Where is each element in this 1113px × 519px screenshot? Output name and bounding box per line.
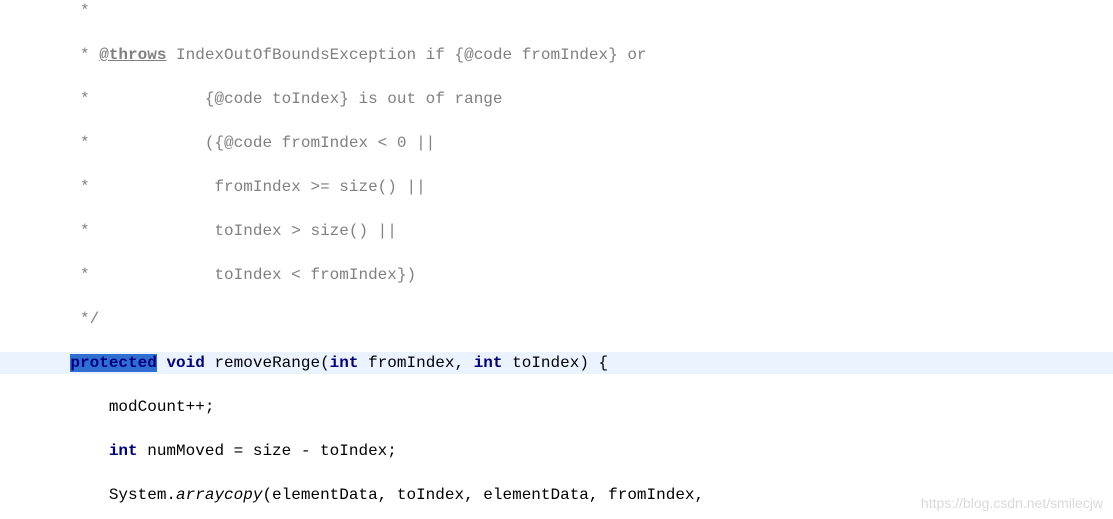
keyword: int [330,354,359,372]
code-line: * {@code toIndex} is out of range [0,88,1113,110]
keyword: void [166,354,204,372]
javadoc-star: * [80,90,90,108]
javadoc-text: toIndex > size() || [90,222,397,240]
javadoc-text: fromIndex >= size() || [90,178,426,196]
code-text: modCount++; [32,398,214,416]
code-line: * fromIndex >= size() || [0,176,1113,198]
javadoc-star: * [80,2,90,20]
code-line-highlighted: protected void removeRange(int fromIndex… [0,352,1113,374]
code-text: numMoved = size - toIndex; [138,442,397,460]
javadoc-star: * [80,222,90,240]
keyword: int [474,354,503,372]
keyword-selected: protected [70,354,156,372]
space [205,354,215,372]
javadoc-end: */ [80,310,99,328]
javadoc-text: ({@code fromIndex < 0 || [90,134,436,152]
code-text: System. [32,486,176,504]
javadoc-star: * [80,178,90,196]
javadoc-text: toIndex < fromIndex}) [90,266,416,284]
javadoc-star: * [80,134,90,152]
param: fromIndex, [358,354,473,372]
code-line: * toIndex < fromIndex}) [0,264,1113,286]
space [157,354,167,372]
javadoc-tag: @throws [99,46,166,64]
code-line: * toIndex > size() || [0,220,1113,242]
method-name: removeRange( [214,354,329,372]
code-text: (elementData, toIndex, elementData, from… [262,486,704,504]
code-line: System.arraycopy(elementData, toIndex, e… [0,484,1113,506]
javadoc-star: * [80,266,90,284]
keyword: int [109,442,138,460]
code-line: * @throws IndexOutOfBoundsException if {… [0,44,1113,66]
javadoc-text: {@code toIndex} is out of range [90,90,503,108]
code-line: * [0,0,1113,22]
param: toIndex) { [503,354,609,372]
indent [32,442,109,460]
javadoc-text: IndexOutOfBoundsException if {@code from… [166,46,646,64]
code-line: int numMoved = size - toIndex; [0,440,1113,462]
code-line: * ({@code fromIndex < 0 || [0,132,1113,154]
code-block: * * @throws IndexOutOfBoundsException if… [0,0,1113,519]
static-method: arraycopy [176,486,262,504]
code-line: */ [0,308,1113,330]
code-line: modCount++; [0,396,1113,418]
javadoc-star: * [80,46,99,64]
